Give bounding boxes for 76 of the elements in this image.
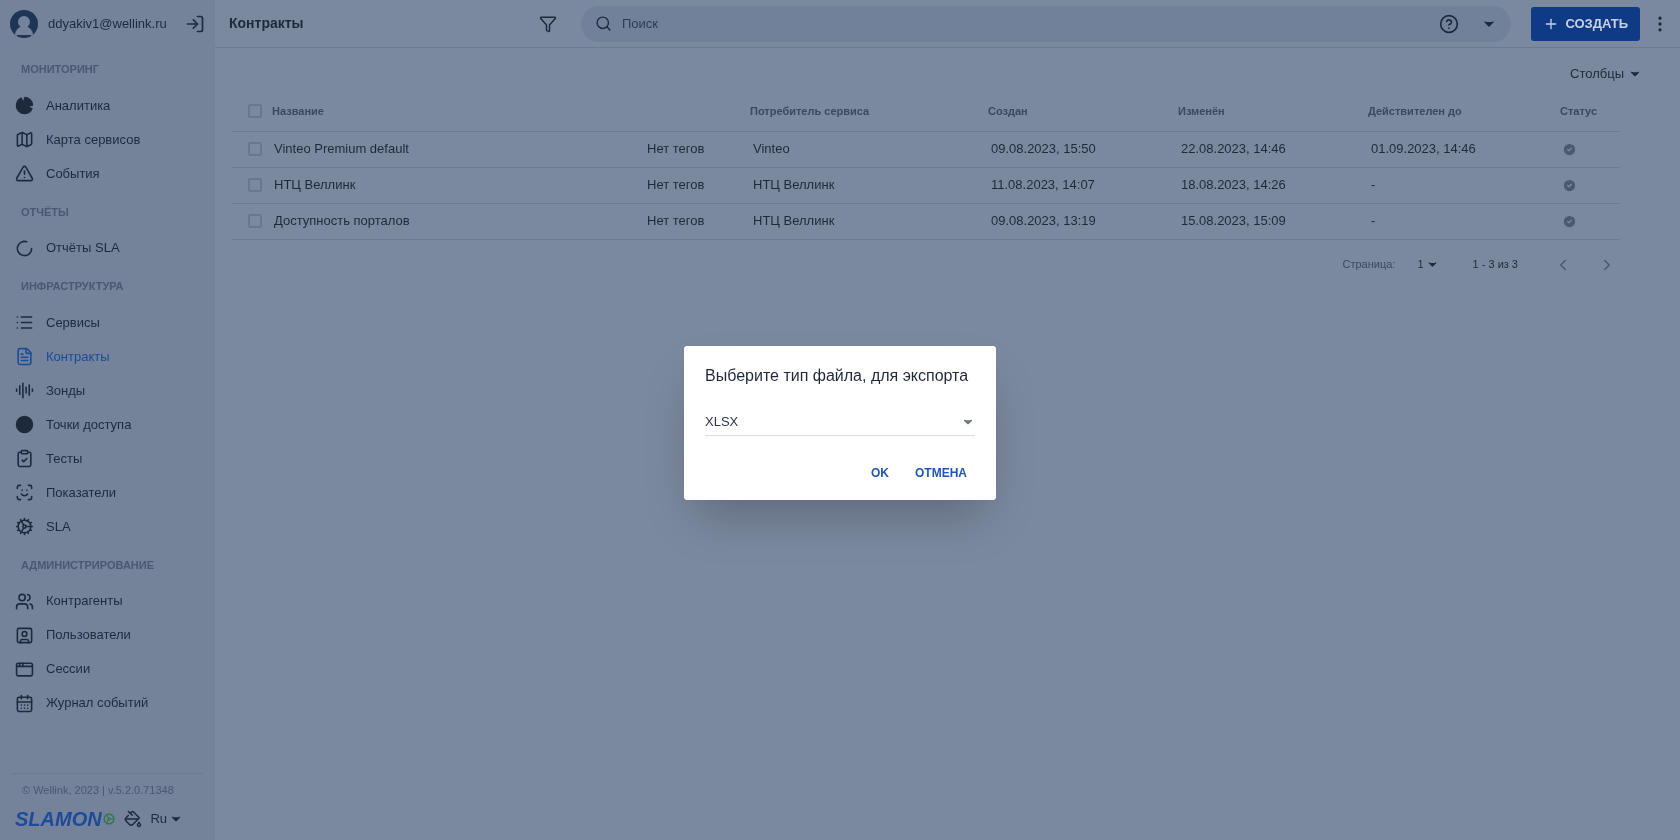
page-label: Страница:	[1342, 257, 1396, 273]
sidebar-item[interactable]: Точки доступа	[0, 407, 215, 442]
search-field[interactable]: Поиск	[581, 5, 1512, 42]
table-cell-text: 11.08.2023, 14:07	[990, 176, 1095, 195]
page-title: Контракты	[229, 14, 305, 33]
table-cell-text: Доступность порталов	[273, 212, 410, 231]
column-header[interactable]: Название	[272, 102, 324, 120]
logout-icon[interactable]	[185, 14, 205, 34]
pie-chart-icon	[15, 96, 34, 115]
table-cell-text: 09.08.2023, 15:50	[990, 140, 1096, 159]
table-cell-text: Vinteo	[752, 140, 790, 159]
filter-icon[interactable]	[539, 14, 557, 33]
page-range: 1 - 3 из 3	[1472, 257, 1518, 273]
page-select[interactable]: 1	[1417, 256, 1439, 273]
language-select[interactable]: Ru	[150, 809, 183, 829]
table-cell-text: -	[1370, 212, 1376, 231]
table-cell-text: Нет тегов	[646, 212, 705, 231]
gear-icon	[101, 812, 116, 826]
table-cell-text: Нет тегов	[646, 176, 705, 195]
column-header[interactable]: Статус	[1560, 102, 1598, 120]
column-header[interactable]: Изменён	[1178, 102, 1225, 120]
sidebar-item[interactable]: Контрагенты	[0, 584, 215, 618]
sidebar-item[interactable]: Сервисы	[0, 305, 215, 340]
column-header[interactable]: Действителен до	[1368, 102, 1462, 120]
column-header[interactable]: Создан	[988, 102, 1028, 120]
table-cell-text: 09.08.2023, 13:19	[990, 212, 1096, 231]
user-card-icon	[15, 625, 34, 645]
table-cell-text: 22.08.2023, 14:46	[1180, 140, 1286, 159]
search-icon	[595, 15, 612, 32]
user-email: ddyakiv1@wellink.ru	[48, 15, 168, 34]
sidebar-item[interactable]: SLA	[0, 509, 215, 544]
people-icon	[15, 591, 34, 611]
warning-icon	[15, 164, 34, 183]
document-icon	[15, 347, 34, 366]
avatar-icon	[10, 10, 38, 38]
ok-button[interactable]: OK	[863, 458, 897, 488]
sidebar-item[interactable]: Тесты	[0, 441, 215, 476]
help-icon[interactable]	[1439, 13, 1460, 34]
scan-icon	[15, 483, 34, 502]
table-cell-text: НТЦ Веллинк	[273, 176, 356, 195]
create-button[interactable]: СОЗДАТЬ	[1531, 6, 1640, 41]
table-cell-text: НТЦ Веллинк	[752, 212, 835, 231]
sidebar-item[interactable]: Контракты	[0, 339, 215, 374]
table-cell-text: Нет тегов	[646, 140, 705, 159]
column-header[interactable]: Потребитель сервиса	[750, 102, 870, 120]
sidebar-item[interactable]: Отчёты SLA	[0, 231, 215, 265]
columns-button[interactable]: Столбцы	[1570, 64, 1642, 84]
paint-bucket-icon[interactable]	[124, 810, 143, 828]
table-cell-text: 18.08.2023, 14:26	[1180, 176, 1286, 195]
list-icon	[15, 313, 34, 332]
cancel-button[interactable]: ОТМЕНА	[907, 458, 975, 488]
sidebar-item[interactable]: Карта сервисов	[0, 122, 215, 157]
sidebar-item[interactable]: Аналитика	[0, 88, 215, 123]
gear-icon	[15, 517, 34, 536]
table-cell-text: Vinteo Premium default	[273, 140, 409, 159]
sidebar-item[interactable]: Сессии	[0, 652, 215, 686]
file-type-select[interactable]: XLSX	[705, 408, 975, 436]
logo: SLAMON	[12, 804, 119, 834]
table-cell-text: НТЦ Веллинк	[752, 176, 835, 195]
sound-wave-icon	[15, 381, 34, 400]
table-cell-text: 15.08.2023, 15:09	[1180, 212, 1286, 231]
sidebar-item[interactable]: Журнал событий	[0, 686, 215, 720]
table-cell-text: 01.09.2023, 14:46	[1370, 140, 1476, 159]
sidebar-item[interactable]: Пользователи	[0, 618, 215, 652]
dialog-title: Выберите тип файла, для экспорта	[705, 366, 970, 386]
clipboard-check-icon	[15, 449, 34, 468]
window-icon	[15, 659, 34, 679]
circle-icon	[15, 415, 34, 434]
sidebar-item[interactable]: События	[0, 156, 215, 191]
ring-icon	[15, 238, 34, 258]
sidebar-item[interactable]: Зонды	[0, 373, 215, 408]
map-icon	[15, 130, 34, 149]
sidebar-item[interactable]: Показатели	[0, 475, 215, 510]
search-input[interactable]: Поиск	[622, 13, 1430, 34]
calendar-icon	[15, 693, 34, 713]
table-cell-text: -	[1370, 176, 1376, 195]
